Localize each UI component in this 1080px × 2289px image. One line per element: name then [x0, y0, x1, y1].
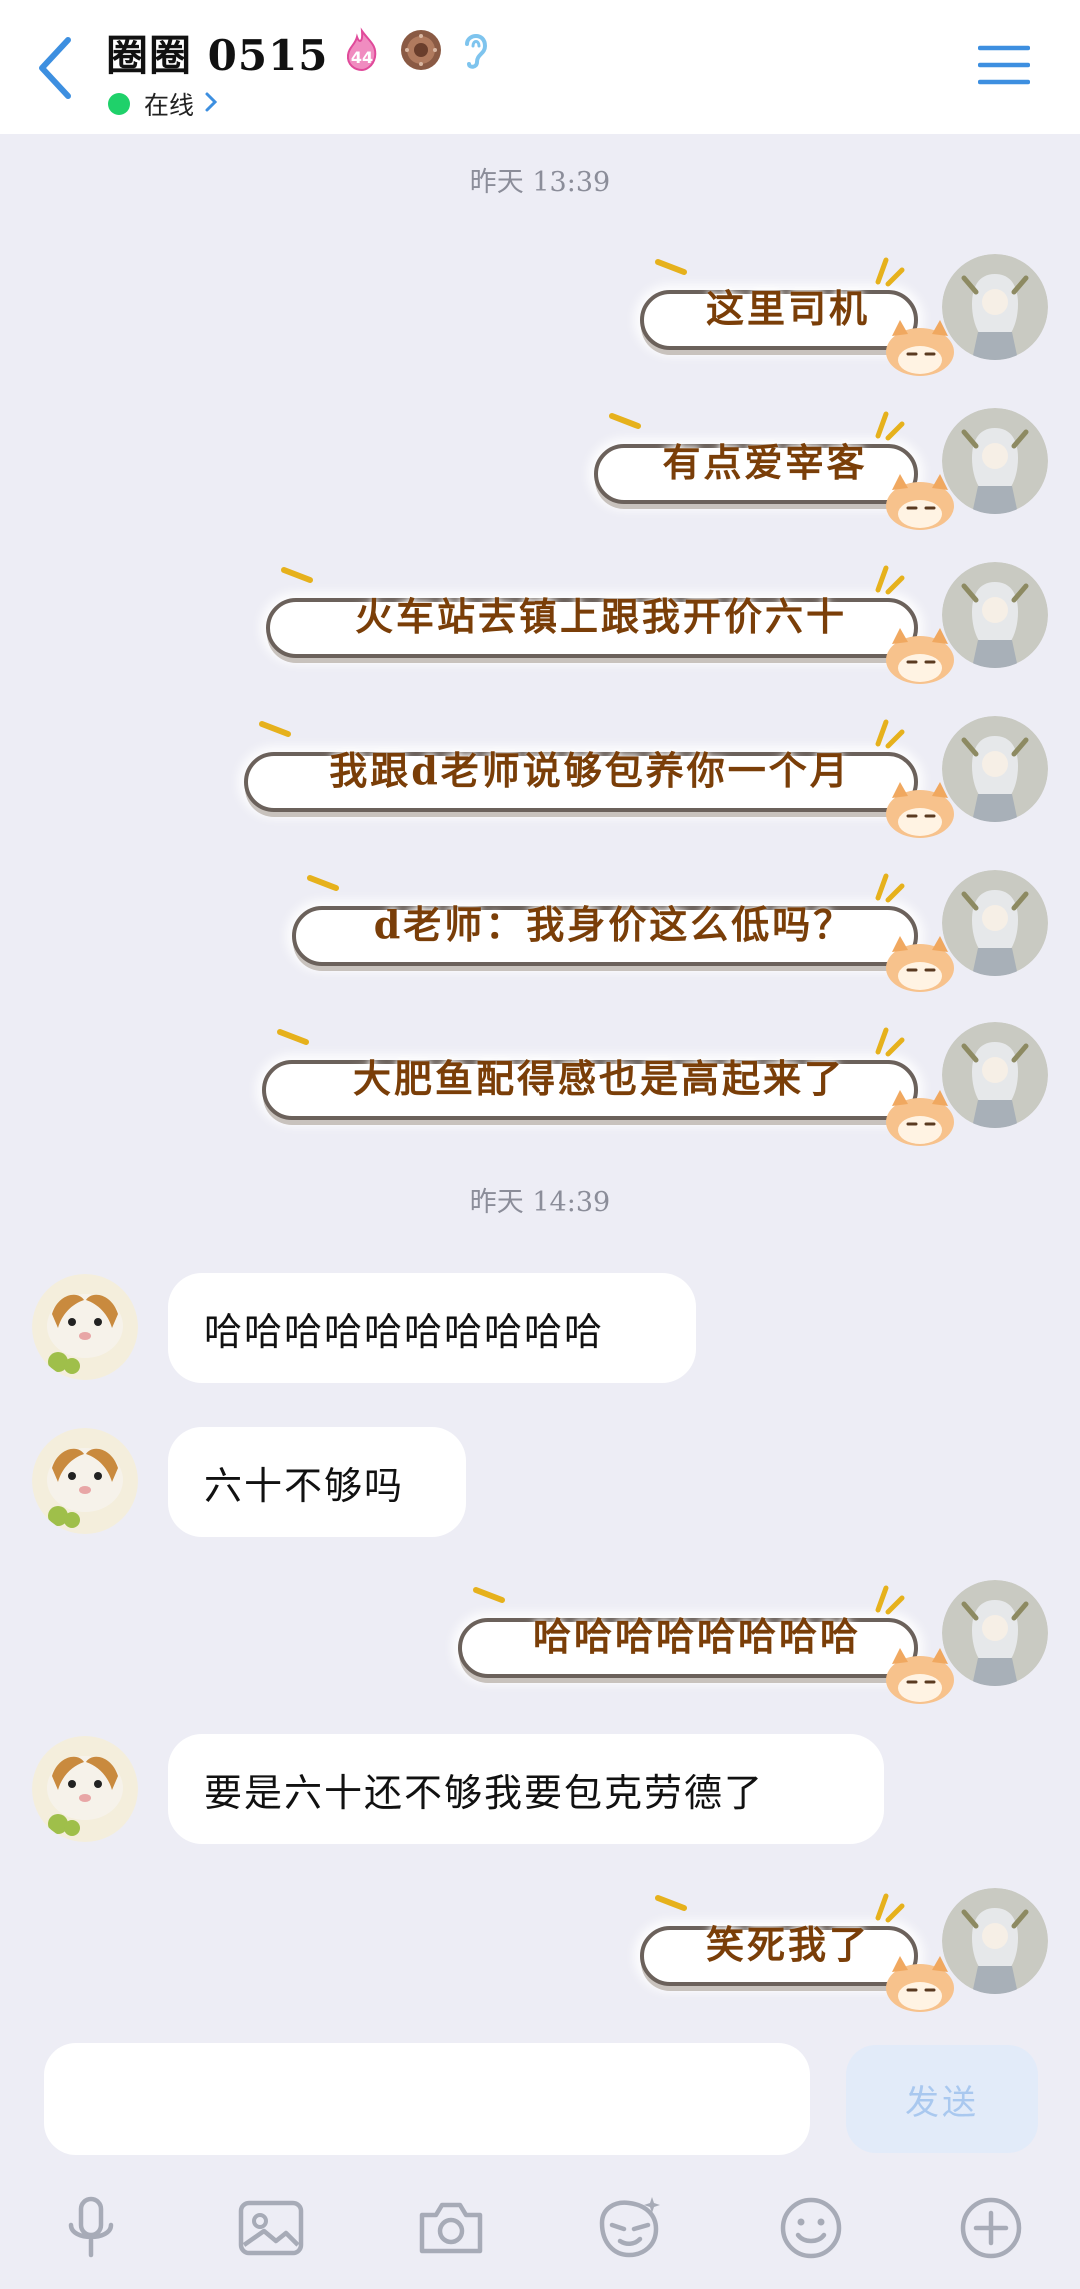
received-message-bubble[interactable]: 六十不够吗: [168, 1427, 466, 1537]
contact-avatar[interactable]: [32, 1274, 138, 1380]
back-button[interactable]: [30, 28, 90, 108]
hamburger-menu-icon: [977, 45, 1031, 85]
flame-level-badge-icon: 44: [339, 27, 385, 77]
plus-circle-icon[interactable]: [956, 2193, 1026, 2263]
input-area: 发送: [0, 2015, 1080, 2289]
contact-avatar[interactable]: [32, 1428, 138, 1534]
send-button[interactable]: 发送: [846, 2045, 1038, 2153]
sent-message-bubble[interactable]: 这里司机: [640, 256, 954, 376]
message-text: 哈哈哈哈哈哈哈哈哈哈: [204, 1309, 605, 1354]
message-text: 我跟d老师说够包养你一个月: [329, 748, 851, 793]
image-icon[interactable]: [236, 2193, 306, 2263]
message-text: 要是六十还不够我要包克劳德了: [204, 1770, 765, 1815]
message-text: 火车站去镇上跟我开价六十: [354, 594, 847, 639]
sent-message-bubble[interactable]: 火车站去镇上跟我开价六十: [266, 564, 954, 684]
smile-icon[interactable]: [776, 2193, 846, 2263]
online-status[interactable]: 在线: [108, 86, 218, 122]
my-avatar[interactable]: [942, 1888, 1048, 1994]
input-toolbar: [0, 2193, 1080, 2273]
message-text: 六十不够吗: [204, 1463, 405, 1508]
my-avatar[interactable]: [942, 716, 1048, 822]
cookie-badge-icon: [399, 28, 443, 76]
contact-name: 圈圈 0515: [106, 30, 329, 80]
online-dot-icon: [108, 93, 130, 115]
menu-button[interactable]: [977, 42, 1031, 88]
received-message-bubble[interactable]: 哈哈哈哈哈哈哈哈哈哈: [168, 1273, 696, 1383]
contact-avatar[interactable]: [32, 1736, 138, 1842]
my-avatar[interactable]: [942, 562, 1048, 668]
status-text: 在线: [144, 91, 195, 120]
my-avatar[interactable]: [942, 870, 1048, 976]
my-avatar[interactable]: [942, 1022, 1048, 1128]
message-text: d老师：我身价这么低吗？: [373, 902, 855, 947]
sent-message-bubble[interactable]: 哈哈哈哈哈哈哈哈: [458, 1584, 954, 1704]
message-text: 大肥鱼配得感也是高起来了: [352, 1056, 845, 1101]
microphone-icon[interactable]: [56, 2193, 126, 2263]
timestamp: 昨天 14:39: [469, 1187, 611, 1218]
camera-icon[interactable]: [416, 2193, 486, 2263]
svg-text:44: 44: [350, 48, 372, 67]
my-avatar[interactable]: [942, 1580, 1048, 1686]
message-text: 哈哈哈哈哈哈哈哈: [532, 1614, 861, 1659]
message-input[interactable]: [44, 2043, 810, 2155]
received-message-bubble[interactable]: 要是六十还不够我要包克劳德了: [168, 1734, 884, 1844]
chevron-left-icon: [39, 37, 71, 99]
timestamp: 昨天 13:39: [469, 167, 611, 198]
title-row[interactable]: 圈圈 0515 44: [106, 22, 493, 82]
sent-message-bubble[interactable]: d老师：我身价这么低吗？: [292, 872, 954, 992]
emoji-face-icon[interactable]: [594, 2193, 664, 2263]
sent-message-bubble[interactable]: 有点爱宰客: [594, 410, 954, 530]
chat-header: 圈圈 0515 44 在线: [0, 0, 1080, 134]
sent-message-bubble[interactable]: 我跟d老师说够包养你一个月: [244, 718, 954, 838]
my-avatar[interactable]: [942, 254, 1048, 360]
chevron-right-icon: [204, 91, 218, 117]
sent-message-bubble[interactable]: 大肥鱼配得感也是高起来了: [262, 1026, 954, 1146]
ear-icon: [457, 28, 493, 76]
my-avatar[interactable]: [942, 408, 1048, 514]
sent-message-bubble[interactable]: 笑死我了: [640, 1892, 954, 2012]
